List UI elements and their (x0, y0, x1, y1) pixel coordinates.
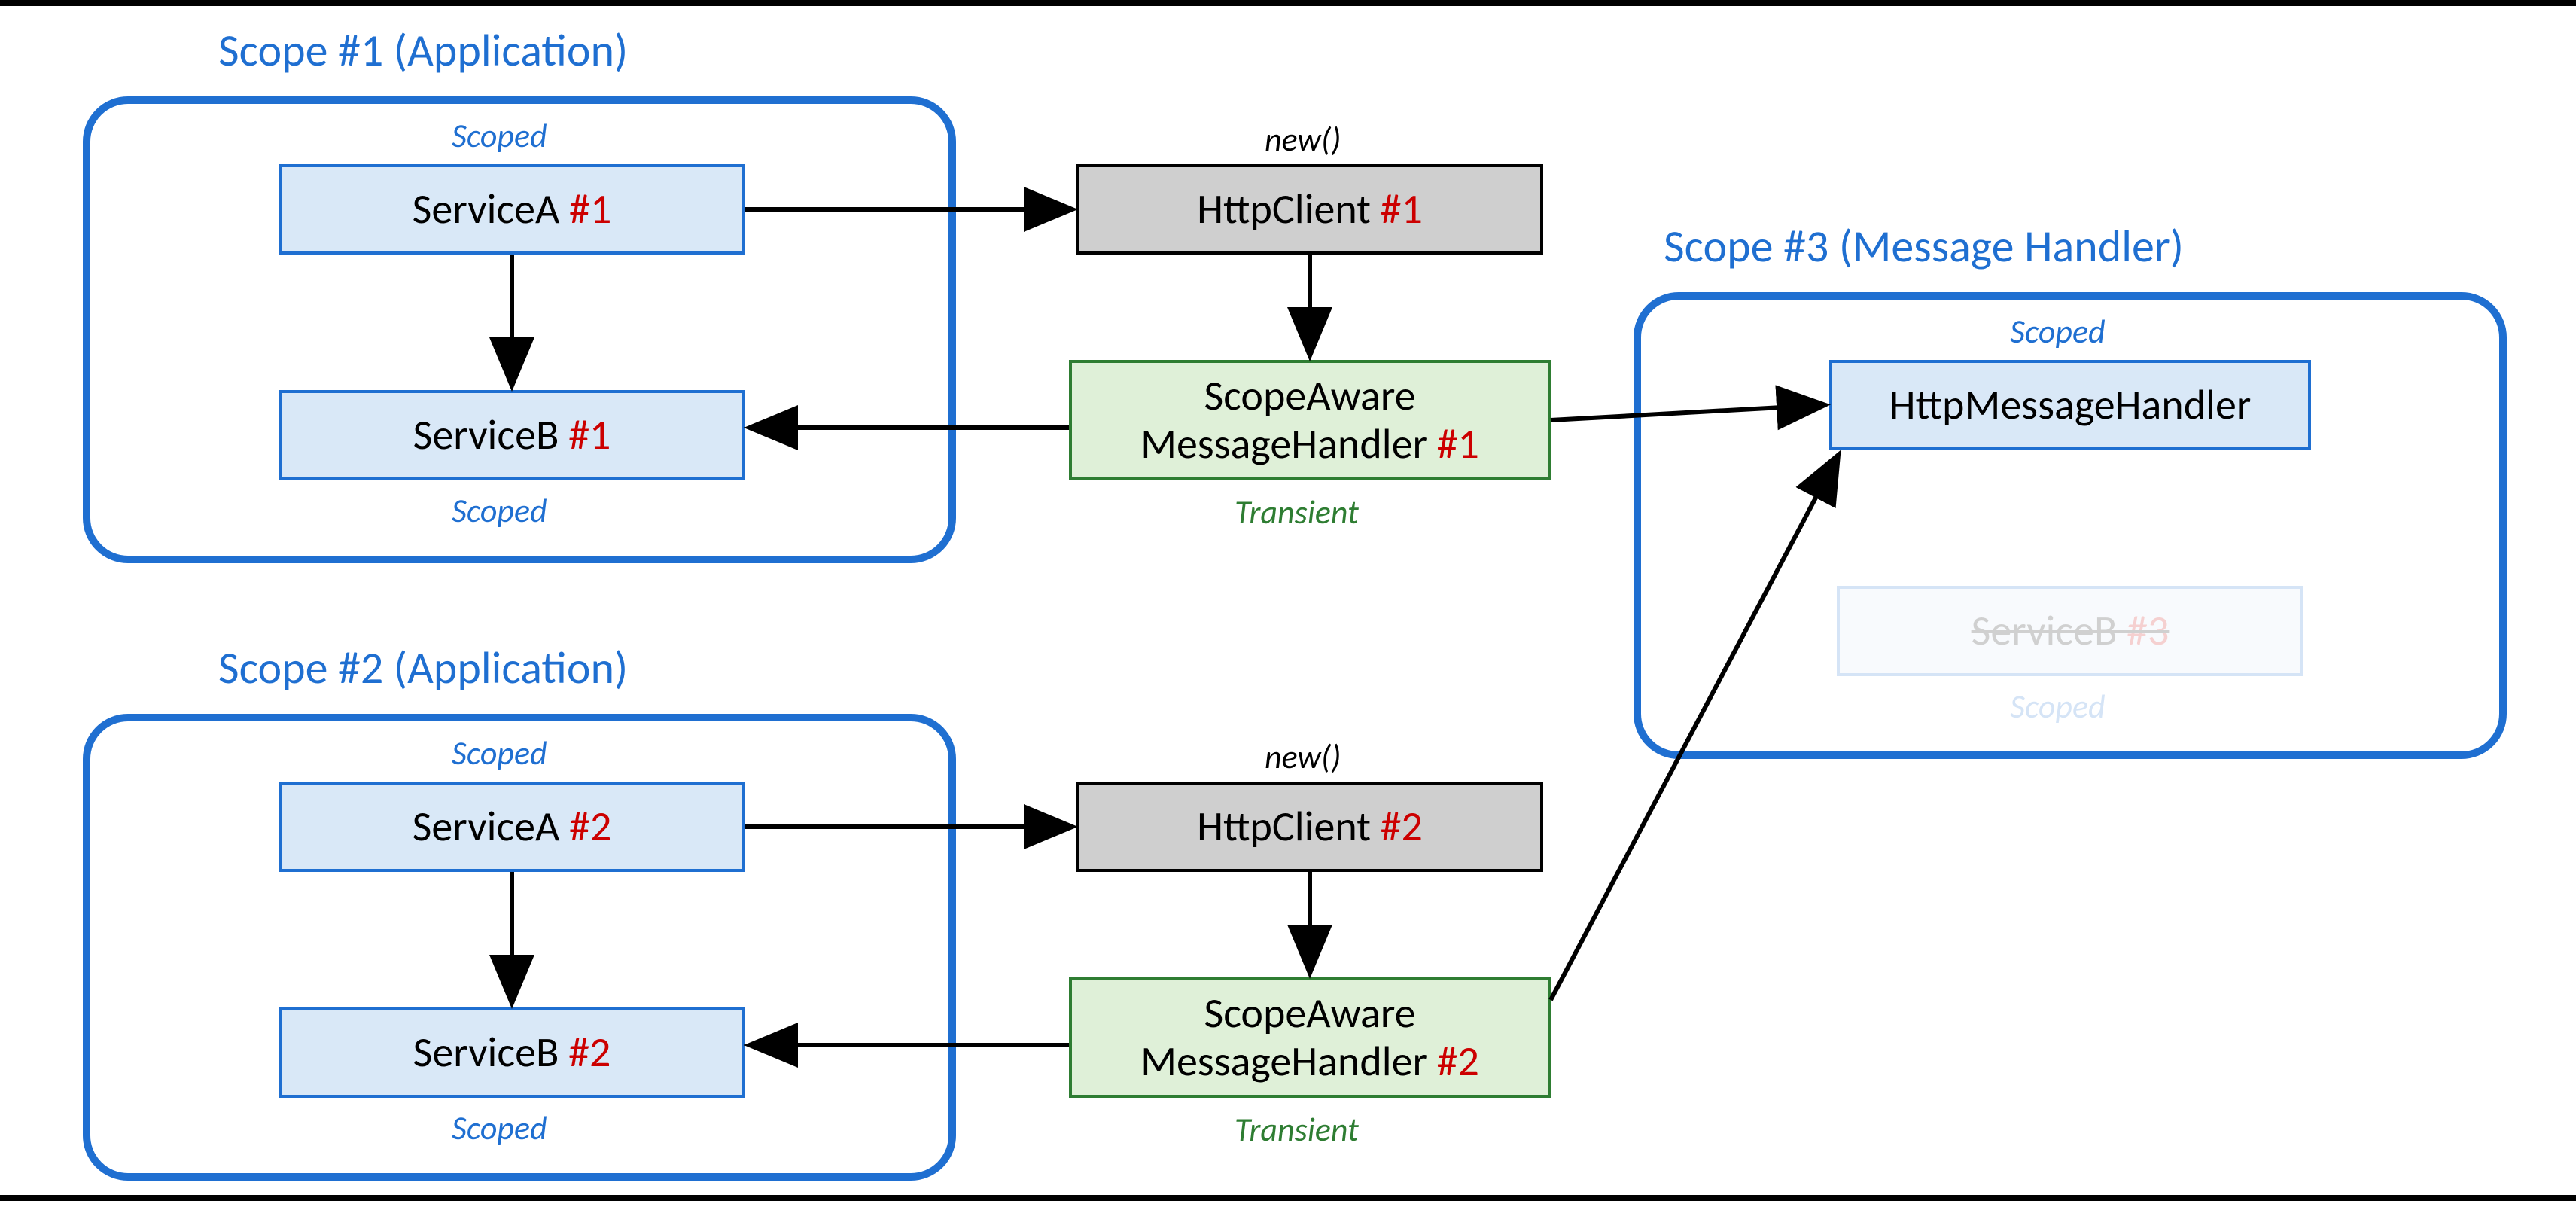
httpmsgh-lifetime: Scoped (2010, 315, 2106, 348)
scopeaware-handler2-box: ScopeAware MessageHandler #2 (1069, 977, 1551, 1098)
httpclient1-box: HttpClient #1 (1076, 164, 1543, 255)
serviceB3-lifetime: Scoped (2010, 690, 2106, 723)
scope2-serviceA-lifetime: Scoped (452, 736, 547, 770)
scope2-serviceB-lifetime: Scoped (452, 1111, 547, 1145)
serviceA2-box: ServiceA #2 (279, 782, 745, 872)
scope3-title: Scope #3 (Message Handler) (1664, 224, 2184, 270)
scope1-serviceA-lifetime: Scoped (452, 119, 547, 152)
serviceB3-box: ServiceB #3 (1837, 586, 2303, 676)
handler1-lifetime: Transient (1235, 495, 1359, 529)
handler2-lifetime: Transient (1235, 1113, 1359, 1146)
scope1-serviceB-lifetime: Scoped (452, 494, 547, 527)
httpmessagehandler-box: HttpMessageHandler (1829, 360, 2311, 450)
httpclient1-lifetime: new() (1265, 123, 1341, 156)
scope2-title: Scope #2 (Application) (218, 646, 628, 691)
diagram-canvas: Scope #1 (Application) Scoped ServiceA #… (0, 0, 2576, 1201)
httpclient2-lifetime: new() (1265, 740, 1341, 773)
serviceB2-box: ServiceB #2 (279, 1007, 745, 1098)
httpclient2-box: HttpClient #2 (1076, 782, 1543, 872)
scopeaware-handler1-box: ScopeAware MessageHandler #1 (1069, 360, 1551, 480)
scope1-title: Scope #1 (Application) (218, 29, 628, 74)
serviceA1-box: ServiceA #1 (279, 164, 745, 255)
serviceB1-box: ServiceB #1 (279, 390, 745, 480)
